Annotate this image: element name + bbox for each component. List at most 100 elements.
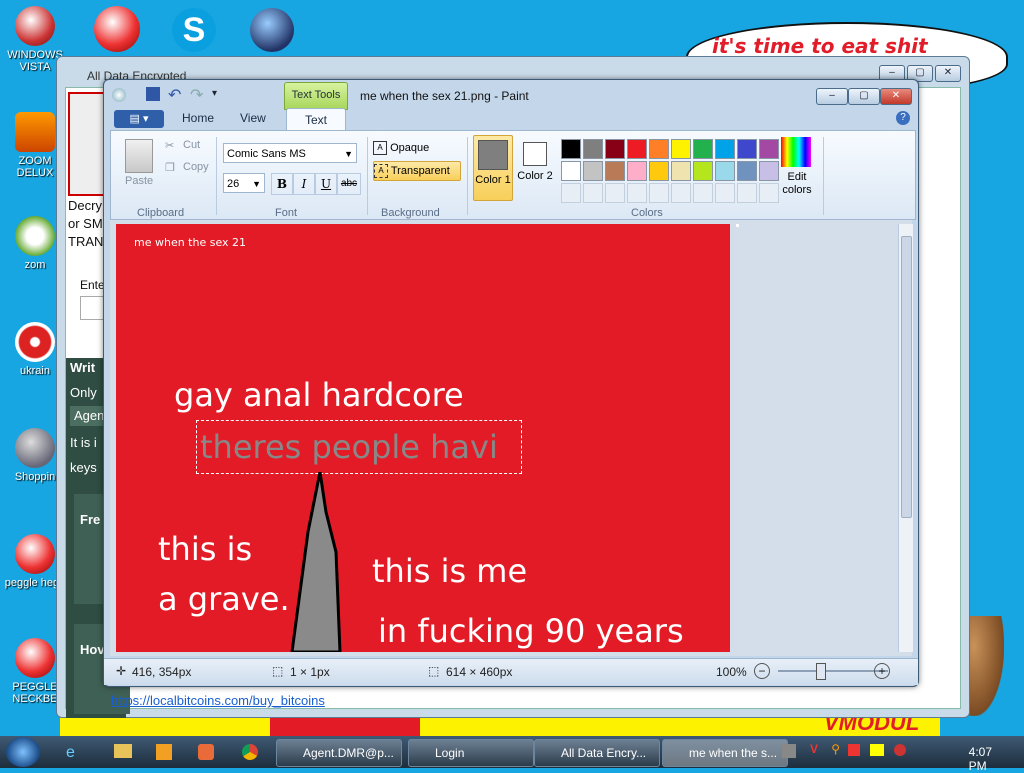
- palette-swatch-empty[interactable]: [605, 183, 625, 203]
- opaque-button[interactable]: A Opaque: [373, 139, 459, 157]
- tab-text[interactable]: Text: [286, 108, 346, 131]
- transparent-button[interactable]: A Transparent: [373, 161, 461, 181]
- close-button[interactable]: ✕: [880, 88, 912, 105]
- canvas-area[interactable]: me when the sex 21 gay anal hardcore the…: [110, 220, 913, 656]
- start-button[interactable]: [6, 737, 40, 767]
- clock[interactable]: 4:07 PM: [969, 745, 992, 773]
- palette-swatch[interactable]: [737, 161, 757, 181]
- folder-icon[interactable]: [114, 744, 132, 758]
- palette-swatch-empty[interactable]: [583, 183, 603, 203]
- italic-button[interactable]: I: [293, 173, 315, 195]
- vertical-scrollbar[interactable]: [898, 224, 913, 652]
- zoom-slider[interactable]: [778, 670, 888, 672]
- tray-icon[interactable]: [782, 744, 796, 758]
- skype-icon[interactable]: S: [172, 8, 216, 52]
- font-family-select[interactable]: Comic Sans MS ▼: [223, 143, 357, 163]
- bold-button[interactable]: B: [271, 173, 293, 195]
- cut-button[interactable]: Cut: [183, 139, 200, 151]
- palette-swatch[interactable]: [649, 161, 669, 181]
- taskbar-login-window[interactable]: Login: [408, 739, 534, 767]
- palette-swatch-empty[interactable]: [737, 183, 757, 203]
- palette-swatch-empty[interactable]: [671, 183, 691, 203]
- tab-home[interactable]: Home: [182, 111, 214, 125]
- palette-swatch[interactable]: [583, 139, 603, 159]
- zoom-level: 100%: [716, 665, 747, 679]
- close-button[interactable]: ✕: [935, 65, 961, 82]
- paint-app-icon[interactable]: [112, 88, 126, 102]
- palette-swatch[interactable]: [693, 139, 713, 159]
- maximize-button[interactable]: ▢: [848, 88, 880, 105]
- windows-vista-icon: [15, 6, 55, 46]
- minimize-button[interactable]: –: [816, 88, 848, 105]
- palette-swatch[interactable]: [627, 161, 647, 181]
- palette-swatch[interactable]: [605, 161, 625, 181]
- palette-swatch-empty[interactable]: [649, 183, 669, 203]
- edit-colors-button[interactable]: Edit colors: [775, 171, 819, 197]
- tray-search-icon[interactable]: ⚲: [831, 742, 840, 756]
- strikethrough-button[interactable]: abc: [337, 173, 361, 195]
- text-line: Only: [70, 385, 97, 400]
- enter-label: Ente: [80, 278, 105, 292]
- palette-swatch-empty[interactable]: [627, 183, 647, 203]
- palette-swatch[interactable]: [649, 139, 669, 159]
- canvas-text-grave1: this is: [158, 530, 253, 568]
- copy-icon: ❐: [165, 162, 175, 174]
- palette-swatch[interactable]: [561, 161, 581, 181]
- color1-button[interactable]: Color 1: [473, 135, 513, 201]
- palette-swatch[interactable]: [715, 161, 735, 181]
- paste-button[interactable]: Paste: [125, 175, 153, 187]
- tab-view[interactable]: View: [240, 111, 266, 125]
- palette-swatch[interactable]: [737, 139, 757, 159]
- scrollbar-thumb[interactable]: [901, 236, 912, 518]
- zoom-in-button[interactable]: +: [874, 663, 890, 679]
- palette-swatch-empty[interactable]: [693, 183, 713, 203]
- resize-handle[interactable]: [736, 224, 739, 227]
- media-icon[interactable]: [156, 744, 172, 760]
- paste-icon[interactable]: [125, 139, 153, 173]
- font-size-select[interactable]: 26 ▼: [223, 173, 265, 193]
- quick-access-dropdown-icon[interactable]: ▾: [212, 88, 217, 99]
- cursor-position-icon: ✛: [116, 664, 127, 678]
- palette-swatch[interactable]: [627, 139, 647, 159]
- palette-swatch[interactable]: [693, 161, 713, 181]
- palette-swatch[interactable]: [583, 161, 603, 181]
- edit-colors-icon[interactable]: [781, 137, 811, 167]
- app-icon[interactable]: [198, 744, 214, 760]
- save-icon[interactable]: [146, 87, 160, 101]
- taskbar-agent-window[interactable]: Agent.DMR@p...: [276, 739, 402, 767]
- drawing-canvas[interactable]: me when the sex 21 gay anal hardcore the…: [116, 224, 730, 652]
- taskbar-encrypted-window[interactable]: All Data Encry...: [534, 739, 660, 767]
- palette-swatch[interactable]: [605, 139, 625, 159]
- palette-swatch[interactable]: [561, 139, 581, 159]
- tray-message-icon[interactable]: [870, 744, 884, 756]
- zoom-slider-thumb[interactable]: [816, 663, 826, 680]
- palette-swatch[interactable]: [759, 139, 779, 159]
- color2-button[interactable]: Color 2: [517, 135, 553, 199]
- palette-swatch[interactable]: [671, 139, 691, 159]
- help-icon[interactable]: ?: [896, 111, 910, 125]
- selection-icon: ⬚: [272, 664, 284, 678]
- palette-swatch-empty[interactable]: [561, 183, 581, 203]
- taskbar-paint-window[interactable]: me when the s...: [662, 739, 788, 767]
- opaque-icon: A: [373, 141, 387, 156]
- undo-icon[interactable]: ↶: [168, 85, 181, 105]
- ie-icon[interactable]: e: [66, 744, 75, 762]
- palette-swatch-empty[interactable]: [715, 183, 735, 203]
- underline-button[interactable]: U: [315, 173, 337, 195]
- tray-record-icon[interactable]: [894, 744, 906, 756]
- peggle-p-icon[interactable]: [94, 6, 140, 52]
- tray-v-icon[interactable]: V: [810, 742, 818, 756]
- redo-icon[interactable]: ↷: [190, 85, 203, 105]
- paint-menu-button[interactable]: ▤ ▾: [114, 110, 164, 128]
- tray-flag-icon[interactable]: [848, 744, 860, 756]
- palette-swatch[interactable]: [715, 139, 735, 159]
- bitcoin-link[interactable]: https://localbitcoins.com/buy_bitcoins: [111, 693, 325, 708]
- chrome-icon[interactable]: [242, 744, 258, 760]
- paint-window[interactable]: ↶ ↷ ▾ Text Tools me when the sex 21.png …: [103, 79, 919, 687]
- zoom-out-button[interactable]: −: [754, 663, 770, 679]
- paint-titlebar: ↶ ↷ ▾ Text Tools me when the sex 21.png …: [104, 80, 918, 110]
- firefox-icon[interactable]: [250, 8, 294, 52]
- palette-swatch[interactable]: [671, 161, 691, 181]
- canvas-text-typing[interactable]: theres people havi: [200, 428, 498, 466]
- copy-button[interactable]: Copy: [183, 161, 209, 173]
